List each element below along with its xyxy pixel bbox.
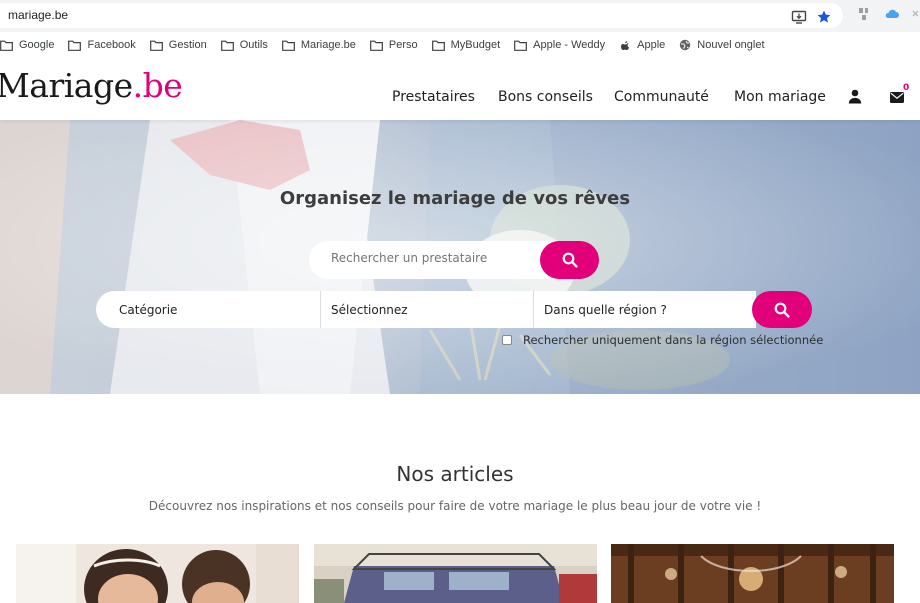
hero-banner: Organisez le mariage de vos rêves Catégo…	[0, 120, 920, 394]
cloud-icon[interactable]	[884, 6, 900, 22]
bookmarks-bar: Google Facebook Gestion Outils Mariage.b…	[0, 32, 920, 58]
subcategory-select[interactable]: Sélectionnez	[331, 291, 531, 328]
folder-icon	[68, 40, 82, 51]
nav-prestataires[interactable]: Prestataires	[392, 89, 475, 105]
bookmark-label: Nouvel onglet	[697, 39, 765, 51]
bookmark-mybudget[interactable]: MyBudget	[431, 39, 501, 51]
bookmark-label: Apple - Weddy	[533, 39, 606, 51]
region-select[interactable]: Dans quelle région ?	[544, 291, 744, 328]
provider-search-button[interactable]	[540, 241, 599, 279]
article-image-couple	[16, 544, 299, 603]
bookmark-label: Mariage.be	[300, 39, 356, 51]
folder-icon	[281, 40, 295, 51]
bookmark-google[interactable]: Google	[0, 39, 54, 51]
region-only-checkbox[interactable]	[502, 335, 512, 345]
bookmark-facebook[interactable]: Facebook	[68, 39, 136, 51]
category-select-label: Catégorie	[119, 302, 178, 317]
bookmark-label: Gestion	[168, 39, 207, 51]
folder-icon	[220, 40, 234, 51]
bookmark-nouvel-onglet[interactable]: Nouvel onglet	[679, 39, 765, 51]
article-card-2[interactable]	[314, 544, 597, 603]
bookmark-apple-weddy[interactable]: Apple - Weddy	[514, 39, 605, 51]
close-icon[interactable]	[910, 6, 920, 22]
bookmark-label: Outils	[239, 39, 268, 51]
folder-icon	[369, 40, 383, 51]
bookmark-label: MyBudget	[450, 39, 501, 51]
article-image-barn-venue	[611, 544, 894, 603]
logo-tld-text: .be	[132, 66, 183, 105]
bookmark-outils[interactable]: Outils	[220, 39, 268, 51]
envelope-cart-icon[interactable]	[890, 92, 904, 103]
bookmark-apple[interactable]: Apple	[619, 39, 665, 51]
article-card-3[interactable]	[611, 544, 894, 603]
filter-search-button[interactable]	[752, 291, 812, 328]
bookmark-star-icon[interactable]	[816, 9, 832, 25]
folder-icon	[431, 40, 445, 51]
bookmark-label: Google	[19, 39, 55, 51]
search-icon	[774, 302, 790, 318]
region-select-label: Dans quelle région ?	[544, 302, 667, 317]
nav-mon-mariage[interactable]: Mon mariage	[734, 89, 826, 105]
folder-icon	[0, 40, 13, 51]
category-select[interactable]: Catégorie	[119, 291, 319, 328]
provider-search-input[interactable]	[331, 251, 531, 265]
apple-icon	[621, 41, 630, 50]
site-logo[interactable]: Mariage.be	[0, 66, 183, 105]
nav-communaute[interactable]: Communauté	[614, 89, 709, 105]
bookmark-label: Apple	[637, 39, 666, 51]
globe-icon	[680, 39, 691, 51]
bookmark-label: Perso	[388, 39, 418, 51]
bookmark-label: Facebook	[87, 39, 136, 51]
filter-divider	[533, 291, 534, 328]
filter-divider	[320, 291, 321, 328]
bookmark-gestion[interactable]: Gestion	[149, 39, 207, 51]
folder-icon	[514, 40, 528, 51]
articles-title: Nos articles	[396, 462, 514, 486]
article-card-1[interactable]	[16, 544, 299, 603]
extension-icon[interactable]	[856, 6, 872, 22]
subcategory-select-label: Sélectionnez	[331, 302, 408, 317]
search-icon	[562, 252, 578, 268]
cart-count-badge: 0	[903, 83, 910, 93]
filter-bar: Catégorie Sélectionnez Dans quelle régio…	[96, 291, 756, 328]
site-header: Mariage.be Prestataires Bons conseils Co…	[0, 58, 920, 120]
address-bar[interactable]: mariage.be	[0, 3, 843, 28]
folder-icon	[149, 40, 163, 51]
nav-bons-conseils[interactable]: Bons conseils	[498, 89, 593, 105]
logo-main-text: Mariage	[0, 66, 133, 105]
url-text[interactable]: mariage.be	[8, 8, 68, 22]
bookmark-perso[interactable]: Perso	[369, 39, 418, 51]
browser-toolbar: mariage.be	[0, 0, 920, 32]
bookmark-mariage[interactable]: Mariage.be	[281, 39, 356, 51]
install-app-icon[interactable]	[791, 9, 807, 25]
hero-title: Organisez le mariage de vos rêves	[279, 188, 631, 209]
articles-subtitle: Découvrez nos inspirations et nos consei…	[148, 499, 762, 513]
user-account-icon[interactable]	[848, 89, 862, 104]
region-only-label: Rechercher uniquement dans la région sél…	[523, 333, 824, 347]
article-image-vintage-car	[314, 544, 597, 603]
